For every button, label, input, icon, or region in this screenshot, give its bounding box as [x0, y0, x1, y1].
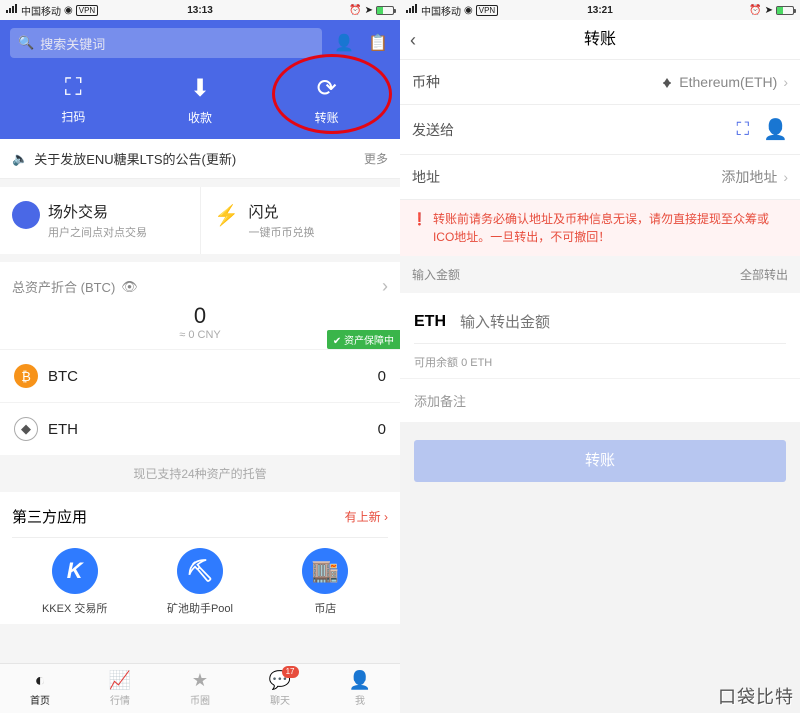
- amount-box: ETH 可用余额 0 ETH: [400, 293, 800, 378]
- eth-icon: ◆: [14, 417, 38, 441]
- otc-icon: [12, 201, 40, 229]
- total-label: 总资产折合 (BTC): [12, 277, 115, 296]
- kkex-icon: K: [52, 548, 98, 594]
- row-send-to[interactable]: 发送给 ⛶ 👤: [400, 105, 800, 155]
- vpn-badge: VPN: [76, 5, 98, 16]
- wifi-icon: ◉: [464, 5, 473, 16]
- chat-icon: 💬: [240, 670, 320, 691]
- signal-icon: [6, 4, 18, 16]
- nav-header: ‹ 转账: [400, 20, 800, 60]
- guarantee-badge: ✔ 资产保障中: [327, 330, 400, 349]
- contacts-icon[interactable]: 👤: [332, 31, 356, 55]
- scan-icon: ⛶: [10, 74, 137, 102]
- scan-icon[interactable]: ⛶: [736, 119, 749, 140]
- speaker-icon: 🔈: [12, 151, 28, 167]
- amount-input[interactable]: [460, 314, 786, 331]
- eye-icon[interactable]: 👁: [121, 279, 138, 295]
- app-bidian[interactable]: 🏬 币店: [263, 548, 388, 616]
- app-pool[interactable]: ⛏ 矿池助手Pool: [137, 548, 262, 616]
- status-bar-left: 中国移动 ◉ VPN 13:13 ⏰ ➤: [0, 0, 400, 20]
- third-party-title: 第三方应用: [12, 506, 87, 527]
- watermark: 口袋比特: [718, 683, 794, 709]
- star-icon: ★: [160, 670, 240, 691]
- tab-market[interactable]: 📈行情: [80, 664, 160, 713]
- remark-input[interactable]: 添加备注: [400, 378, 800, 422]
- user-icon: 👤: [320, 670, 400, 691]
- transfer-all[interactable]: 全部转出: [740, 266, 788, 283]
- chevron-right-icon: ›: [783, 74, 788, 90]
- row-coin[interactable]: 币种 Ethereum(ETH) ›: [400, 60, 800, 105]
- status-time: 13:21: [587, 5, 613, 16]
- app-kkex[interactable]: K KKEX 交易所: [12, 548, 137, 616]
- coin-row-btc[interactable]: ₿ BTC 0: [0, 349, 400, 402]
- page-title: 转账: [584, 31, 616, 48]
- transfer-button[interactable]: 转账: [414, 440, 786, 482]
- location-icon: ➤: [365, 5, 373, 16]
- announcement-text: 关于发放ENU糖果LTS的公告(更新): [34, 149, 236, 168]
- shop-icon: 🏬: [302, 548, 348, 594]
- total-assets[interactable]: 总资产折合 (BTC) 👁 › 0 ≈ 0 CNY ✔ 资产保障中: [0, 262, 400, 349]
- coin-row-eth[interactable]: ◆ ETH 0: [0, 402, 400, 455]
- search-icon: 🔍: [18, 35, 34, 51]
- phone-left: 中国移动 ◉ VPN 13:13 ⏰ ➤ 🔍 搜索关键词 👤 📋: [0, 0, 400, 713]
- warning-banner: ❗ 转账前请务必确认地址及币种信息无误，请勿直接提现至众筹或ICO地址。一旦转出…: [400, 200, 800, 256]
- signal-icon: [406, 4, 418, 16]
- tab-bar: ◐首页 📈行情 ★币圈 💬17聊天 👤我: [0, 663, 400, 713]
- tab-chat[interactable]: 💬17聊天: [240, 664, 320, 713]
- action-transfer[interactable]: ⟳ 转账: [263, 64, 390, 139]
- header-left: 🔍 搜索关键词 👤 📋 ⛶ 扫码 ⬇ 收款 ⟳ 转账: [0, 20, 400, 139]
- contact-icon[interactable]: 👤: [763, 117, 788, 142]
- vpn-badge: VPN: [476, 5, 498, 16]
- wifi-icon: ◉: [64, 5, 73, 16]
- chart-icon: 📈: [80, 670, 160, 691]
- swap-icon: ⚡: [213, 201, 241, 229]
- status-bar-right: 中国移动 ◉ VPN 13:21 ⏰ ➤: [400, 0, 800, 20]
- alarm-icon: ⏰: [349, 5, 361, 16]
- warning-text: 转账前请务必确认地址及币种信息无误，请勿直接提现至众筹或ICO地址。一旦转出，不…: [433, 210, 788, 246]
- battery-icon: [376, 6, 394, 15]
- action-receive[interactable]: ⬇ 收款: [137, 64, 264, 139]
- tab-me[interactable]: 👤我: [320, 664, 400, 713]
- back-button[interactable]: ‹: [410, 20, 416, 60]
- card-swap[interactable]: ⚡ 闪兑 一键币币兑换: [201, 187, 401, 254]
- chat-badge: 17: [282, 666, 299, 678]
- battery-icon: [776, 6, 794, 15]
- btc-icon: ₿: [14, 364, 38, 388]
- available-balance: 可用余额 0 ETH: [414, 354, 786, 370]
- third-party-section: 第三方应用 有上新 › K KKEX 交易所 ⛏ 矿池助手Pool 🏬 币店: [0, 492, 400, 624]
- tab-circle[interactable]: ★币圈: [160, 664, 240, 713]
- amount-symbol: ETH: [414, 313, 446, 331]
- location-icon: ➤: [765, 5, 773, 16]
- third-party-new[interactable]: 有上新 ›: [345, 508, 388, 525]
- clipboard-icon[interactable]: 📋: [366, 31, 390, 55]
- row-address[interactable]: 地址 添加地址 ›: [400, 155, 800, 200]
- status-time: 13:13: [187, 5, 213, 16]
- chevron-right-icon: ›: [783, 169, 788, 185]
- card-otc[interactable]: 场外交易 用户之间点对点交易: [0, 187, 201, 254]
- receive-icon: ⬇: [137, 74, 264, 103]
- pool-icon: ⛏: [177, 548, 223, 594]
- ethereum-icon: [659, 74, 675, 90]
- transfer-icon: ⟳: [263, 74, 390, 103]
- coin-value: Ethereum(ETH): [679, 74, 777, 90]
- search-input[interactable]: 🔍 搜索关键词: [10, 28, 322, 58]
- carrier-label: 中国移动: [21, 3, 61, 18]
- warning-icon: ❗: [412, 210, 427, 246]
- home-icon: ◐: [0, 670, 80, 691]
- support-note: 现已支持24种资产的托管: [0, 455, 400, 492]
- announcement-row[interactable]: 🔈 关于发放ENU糖果LTS的公告(更新) 更多: [0, 139, 400, 179]
- chevron-right-icon: ›: [382, 276, 388, 297]
- alarm-icon: ⏰: [749, 5, 761, 16]
- address-value: 添加地址: [721, 167, 777, 187]
- announcement-more[interactable]: 更多: [364, 150, 388, 167]
- tab-home[interactable]: ◐首页: [0, 664, 80, 713]
- carrier-label: 中国移动: [421, 3, 461, 18]
- phone-right: 中国移动 ◉ VPN 13:21 ⏰ ➤ ‹ 转账 币种 Ethereum(ET…: [400, 0, 800, 713]
- amount-header: 输入金额 全部转出: [400, 256, 800, 293]
- action-scan[interactable]: ⛶ 扫码: [10, 64, 137, 139]
- total-amount: 0: [12, 303, 388, 329]
- search-placeholder: 搜索关键词: [40, 34, 105, 53]
